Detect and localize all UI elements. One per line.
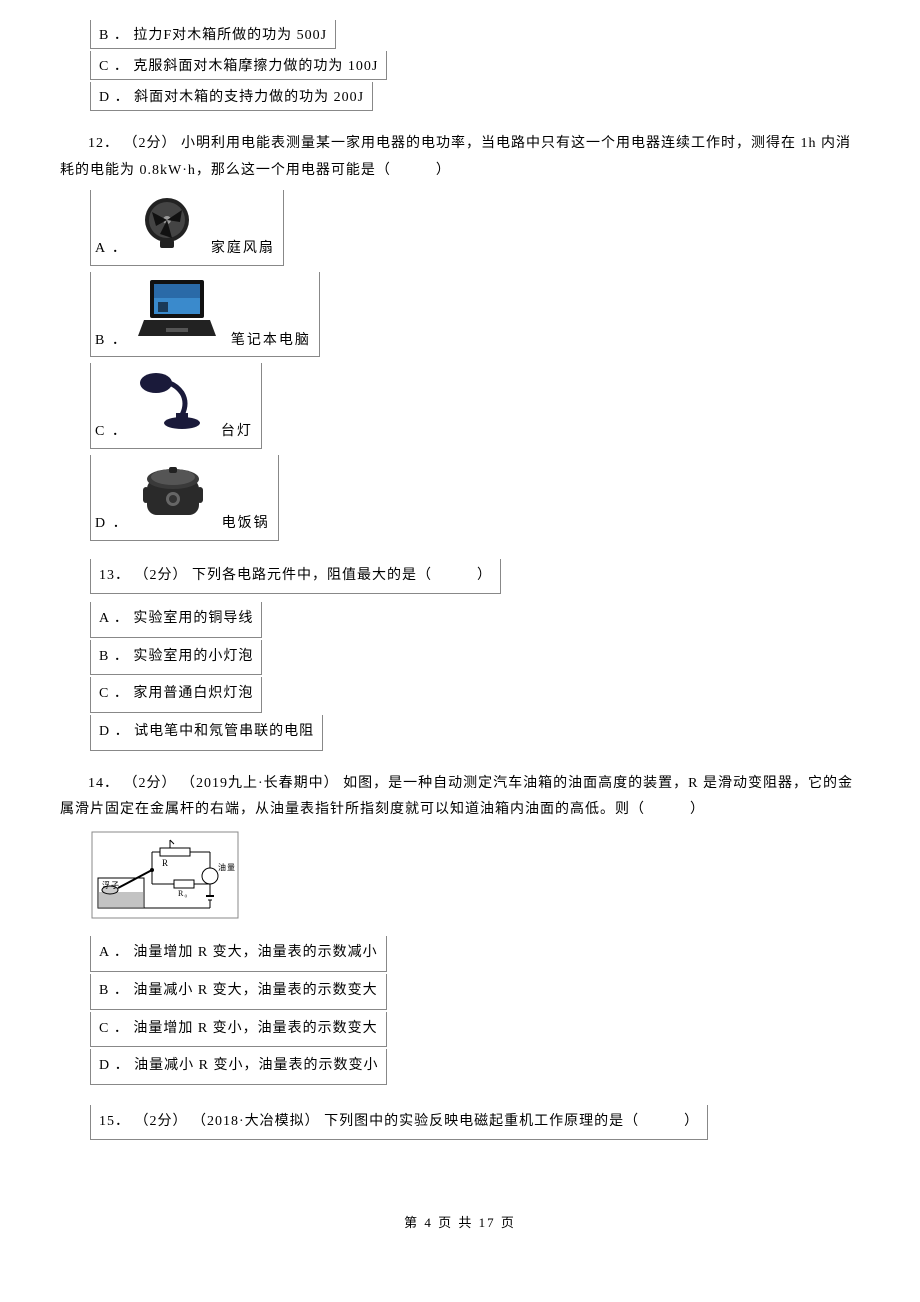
q14-option-c: C ． 油量增加 R 变小，油量表的示数变大 (90, 1012, 387, 1048)
q11-option-b-text: B ． 拉力F对木箱所做的功为 500J (99, 28, 327, 43)
q13: 13． （2分） 下列各电路元件中，阻值最大的是（ ） A ． 实验室用的铜导线… (90, 559, 860, 753)
q13-stem-box: 13． （2分） 下列各电路元件中，阻值最大的是（ ） (90, 559, 501, 595)
q14-option-b-text: B ． 油量减小 R 变大，油量表的示数变大 (99, 983, 378, 998)
q12-option-b-caption: 笔记本电脑 (231, 328, 311, 355)
q14-stem: 14． （2分） （2019九上·长春期中） 如图，是一种自动测定汽车油箱的油面… (60, 771, 860, 824)
q12-option-a-caption: 家庭风扇 (211, 236, 275, 263)
q13-option-d-text: D ． 试电笔中和氖管串联的电阻 (99, 724, 314, 739)
q15-stem: 15． （2分） （2018·大冶模拟） 下列图中的实验反映电磁起重机工作原理的… (99, 1114, 699, 1129)
fan-icon (132, 192, 202, 263)
q13-option-a-text: A ． 实验室用的铜导线 (99, 611, 253, 626)
q14-option-d: D ． 油量减小 R 变小，油量表的示数变小 (90, 1049, 387, 1085)
svg-text:R: R (162, 858, 169, 868)
q13-stem: 13． （2分） 下列各电路元件中，阻值最大的是（ ） (99, 568, 492, 583)
q12-option-a: A ． 家庭风扇 (90, 190, 284, 266)
q14-option-c-text: C ． 油量增加 R 变小，油量表的示数变大 (99, 1021, 378, 1036)
rice-cooker-icon (133, 457, 213, 538)
q11-option-d: D ． 斜面对木箱的支持力做的功为 200J (90, 82, 373, 111)
svg-text:浮子: 浮子 (102, 880, 120, 890)
q12-option-c-label: C ． (95, 419, 128, 446)
q14-option-a-text: A ． 油量增加 R 变大，油量表的示数减小 (99, 945, 378, 960)
q12-option-d: D ． 电饭锅 (90, 455, 279, 541)
svg-text:油量: 油量 (218, 862, 236, 872)
q14-option-d-text: D ． 油量减小 R 变小，油量表的示数变小 (99, 1058, 378, 1073)
q11-options: B ． 拉力F对木箱所做的功为 500J C ． 克服斜面对木箱摩擦力做的功为 … (90, 20, 860, 113)
q13-option-d: D ． 试电笔中和氖管串联的电阻 (90, 715, 323, 751)
q15: 15． （2分） （2018·大冶模拟） 下列图中的实验反映电磁起重机工作原理的… (90, 1105, 860, 1143)
q12-option-c-caption: 台灯 (221, 419, 253, 446)
page-footer: 第 4 页 共 17 页 (60, 1212, 860, 1231)
q12-option-c: C ． 台灯 (90, 363, 262, 449)
q12-stem: 12． （2分） 小明利用电能表测量某一家用电器的电功率，当电路中只有这一个用电… (60, 131, 860, 184)
q11-option-c: C ． 克服斜面对木箱摩擦力做的功为 100J (90, 51, 387, 80)
q12: 12． （2分） 小明利用电能表测量某一家用电器的电功率，当电路中只有这一个用电… (60, 131, 860, 541)
q12-option-b: B ． 笔记本电脑 (90, 272, 320, 358)
svg-text:R₀: R₀ (178, 889, 188, 898)
page-number: 第 4 页 共 17 页 (404, 1215, 516, 1230)
q13-option-c-text: C ． 家用普通白炽灯泡 (99, 686, 253, 701)
lamp-icon (132, 365, 212, 446)
q13-option-b-text: B ． 实验室用的小灯泡 (99, 649, 253, 664)
q13-option-b: B ． 实验室用的小灯泡 (90, 640, 262, 676)
q12-option-d-caption: 电饭锅 (222, 511, 270, 538)
q11-option-d-text: D ． 斜面对木箱的支持力做的功为 200J (99, 90, 364, 105)
page-root: B ． 拉力F对木箱所做的功为 500J C ． 克服斜面对木箱摩擦力做的功为 … (0, 0, 920, 1271)
q12-option-b-label: B ． (95, 328, 128, 355)
q14-figure: 浮子 R 油量 (90, 830, 860, 931)
q13-option-a: A ． 实验室用的铜导线 (90, 602, 262, 638)
laptop-icon (132, 274, 222, 355)
circuit-diagram-icon: 浮子 R 油量 (90, 830, 240, 931)
q12-option-a-label: A ． (95, 236, 128, 263)
q11-option-c-text: C ． 克服斜面对木箱摩擦力做的功为 100J (99, 59, 378, 74)
q12-option-d-label: D ． (95, 511, 129, 538)
q14-option-b: B ． 油量减小 R 变大，油量表的示数变大 (90, 974, 387, 1010)
q15-stem-box: 15． （2分） （2018·大冶模拟） 下列图中的实验反映电磁起重机工作原理的… (90, 1105, 708, 1141)
q11-option-b: B ． 拉力F对木箱所做的功为 500J (90, 20, 336, 49)
q14: 14． （2分） （2019九上·长春期中） 如图，是一种自动测定汽车油箱的油面… (60, 771, 860, 1087)
q13-option-c: C ． 家用普通白炽灯泡 (90, 677, 262, 713)
q14-option-a: A ． 油量增加 R 变大，油量表的示数减小 (90, 936, 387, 972)
